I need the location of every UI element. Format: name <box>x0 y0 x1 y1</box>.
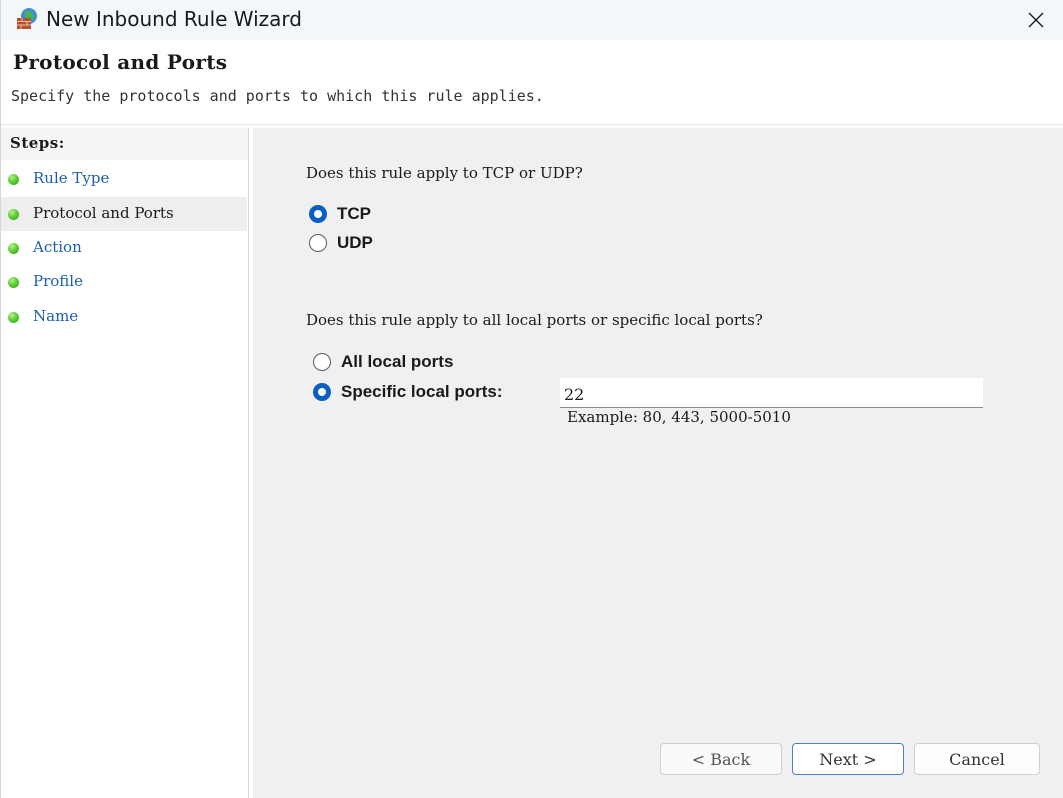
all-ports-radio[interactable] <box>313 353 331 371</box>
step-name[interactable]: Name <box>1 300 247 334</box>
specific-ports-label[interactable]: Specific local ports: <box>341 382 503 402</box>
specific-ports-radio-option[interactable]: Specific local ports: <box>313 382 503 402</box>
step-status-icon <box>8 174 19 185</box>
page-title: Protocol and Ports <box>13 50 228 74</box>
window-title: New Inbound Rule Wizard <box>46 7 302 31</box>
firewall-icon <box>17 8 37 29</box>
tcp-radio[interactable] <box>309 205 327 223</box>
steps-title: Steps: <box>10 134 65 152</box>
title-bar[interactable]: New Inbound Rule Wizard <box>1 0 1063 40</box>
step-action[interactable]: Action <box>1 231 247 265</box>
close-button[interactable] <box>1008 0 1063 40</box>
all-ports-label[interactable]: All local ports <box>341 352 453 372</box>
wizard-header: Protocol and Ports Specify the protocols… <box>1 40 1063 125</box>
step-status-icon <box>8 277 19 288</box>
tcp-label[interactable]: TCP <box>337 204 371 224</box>
step-label[interactable]: Action <box>33 238 82 256</box>
steps-panel: Steps: Rule Type Protocol and Ports Acti… <box>1 128 249 798</box>
step-label[interactable]: Name <box>33 307 78 325</box>
close-icon <box>1028 12 1044 28</box>
step-label: Protocol and Ports <box>33 204 174 222</box>
udp-label[interactable]: UDP <box>337 233 373 253</box>
specific-ports-radio[interactable] <box>313 383 331 401</box>
protocol-question: Does this rule apply to TCP or UDP? <box>306 164 583 182</box>
step-label[interactable]: Rule Type <box>33 169 109 187</box>
tcp-radio-option[interactable]: TCP <box>309 204 371 224</box>
all-ports-radio-option[interactable]: All local ports <box>313 352 453 372</box>
ports-question: Does this rule apply to all local ports … <box>306 311 763 329</box>
udp-radio-option[interactable]: UDP <box>309 233 373 253</box>
next-button[interactable]: Next > <box>792 743 904 775</box>
ports-example-hint: Example: 80, 443, 5000-5010 <box>567 408 791 426</box>
back-button[interactable]: < Back <box>660 743 782 775</box>
page-subtitle: Specify the protocols and ports to which… <box>11 87 544 105</box>
step-status-icon <box>8 243 19 254</box>
step-status-icon <box>8 209 19 220</box>
step-protocol-and-ports[interactable]: Protocol and Ports <box>1 197 247 231</box>
udp-radio[interactable] <box>309 234 327 252</box>
step-label[interactable]: Profile <box>33 272 83 290</box>
step-profile[interactable]: Profile <box>1 265 247 299</box>
wizard-window: New Inbound Rule Wizard Protocol and Por… <box>0 0 1063 798</box>
step-rule-type[interactable]: Rule Type <box>1 162 247 196</box>
cancel-button[interactable]: Cancel <box>914 743 1040 775</box>
specific-ports-input[interactable] <box>560 378 983 408</box>
step-status-icon <box>8 312 19 323</box>
wizard-content: Does this rule apply to TCP or UDP? TCP … <box>253 128 1063 798</box>
